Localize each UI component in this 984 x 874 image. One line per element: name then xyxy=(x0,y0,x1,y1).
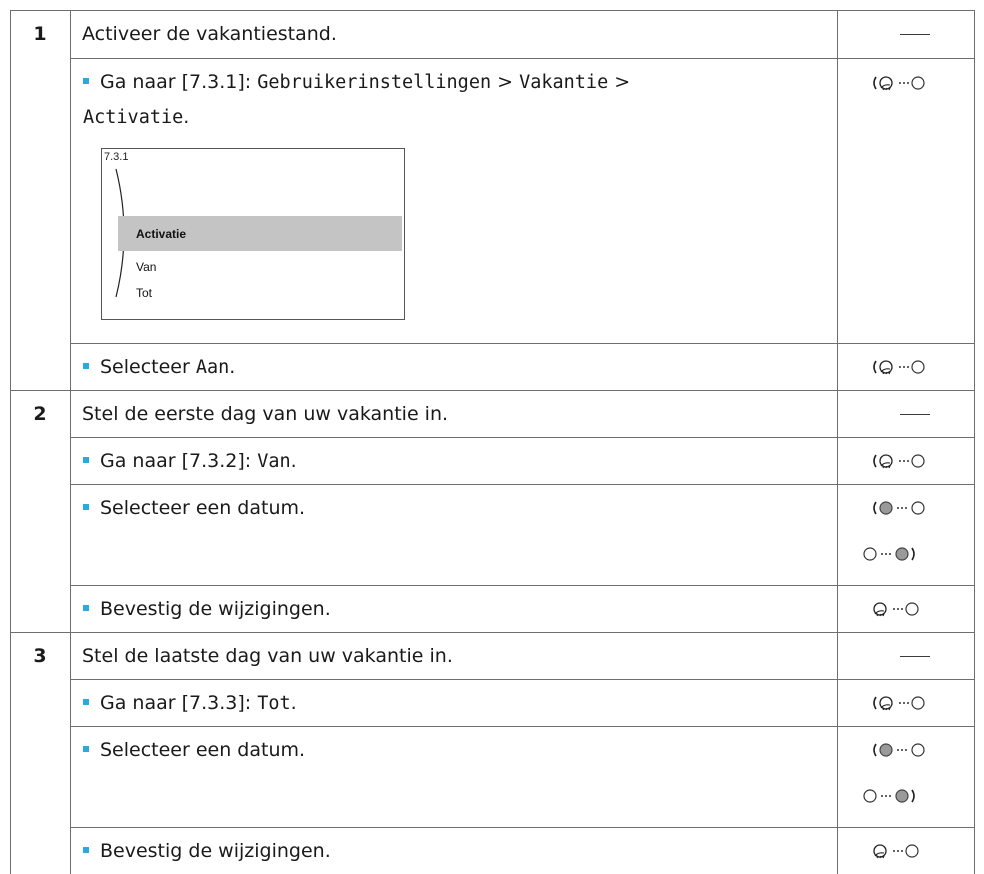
no-action-dash xyxy=(900,34,930,35)
step-title: Stel de eerste dag van uw vakantie in. xyxy=(82,403,449,425)
screen-menu-code: 7.3.1 xyxy=(104,151,129,163)
substep-select-date: Selecteer een datum. xyxy=(83,738,305,762)
bullet-icon xyxy=(83,503,89,510)
screen-item-van: Van xyxy=(136,260,157,274)
step-number: 1 xyxy=(33,23,47,45)
substep-goto-van: Ga naar [7.3.2]: Van. xyxy=(83,449,297,474)
substep-select-date: Selecteer een datum. xyxy=(83,496,305,520)
dial-left-rotate-icon xyxy=(866,741,950,759)
dial-left-turn-icon xyxy=(866,452,950,470)
substep-select-aan: Selecteer Aan. xyxy=(83,355,235,380)
bullet-icon xyxy=(83,77,89,84)
dial-right-rotate-icon xyxy=(862,545,946,563)
instruction-table: 1 Activeer de vakantiestand. Ga naar [7.… xyxy=(0,0,984,874)
dial-left-press-icon xyxy=(860,600,944,618)
screen-item-activatie: Activatie xyxy=(136,227,187,241)
bullet-icon xyxy=(83,456,89,463)
bullet-icon xyxy=(83,745,89,752)
substep-confirm: Bevestig de wijzigingen. xyxy=(83,597,331,621)
step-number: 2 xyxy=(33,403,47,425)
no-action-dash xyxy=(900,414,930,415)
dial-left-turn-icon xyxy=(866,694,950,712)
substep-goto-tot: Ga naar [7.3.3]: Tot. xyxy=(83,691,297,716)
dial-right-rotate-icon xyxy=(862,787,946,805)
dial-left-press-icon xyxy=(860,842,944,860)
dial-left-rotate-icon xyxy=(866,499,950,517)
substep-goto-activatie-cont: Activatie. xyxy=(83,106,190,128)
dial-left-turn-icon xyxy=(866,358,950,376)
step-title: Activeer de vakantiestand. xyxy=(82,23,337,45)
bullet-icon xyxy=(83,362,89,369)
step-title: Stel de laatste dag van uw vakantie in. xyxy=(82,645,453,667)
screen-item-tot: Tot xyxy=(136,286,153,300)
step-number: 3 xyxy=(33,645,47,667)
dial-left-turn-icon xyxy=(866,74,950,92)
bullet-icon xyxy=(83,846,89,853)
bullet-icon xyxy=(83,604,89,611)
no-action-dash xyxy=(900,656,930,657)
substep-confirm: Bevestig de wijzigingen. xyxy=(83,839,331,863)
substep-goto-activatie: Ga naar [7.3.1]: Gebruikerinstellingen >… xyxy=(83,70,630,95)
bullet-icon xyxy=(83,698,89,705)
controller-screen-mock: 7.3.1 Activatie Van Tot xyxy=(101,148,405,320)
